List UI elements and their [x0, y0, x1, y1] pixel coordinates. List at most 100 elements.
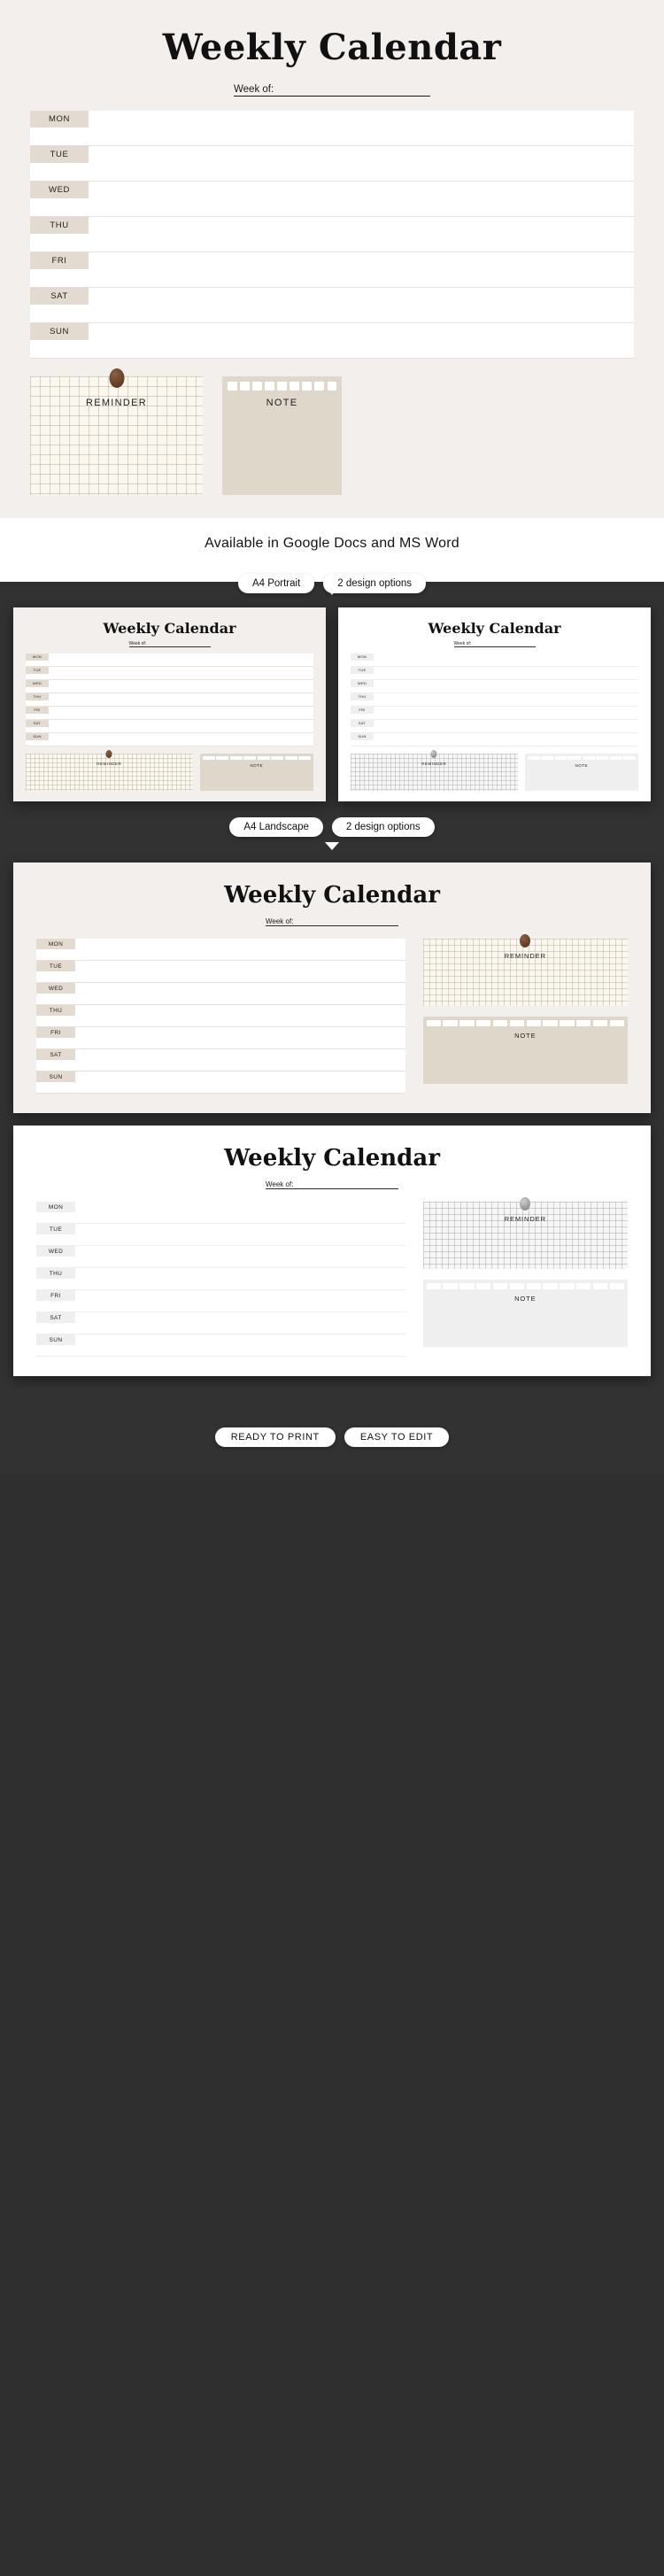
preview-day-row: WED [351, 680, 638, 693]
preview-reminder-card: REMINDER [26, 750, 193, 791]
preview-note-card: NOTE [422, 1280, 628, 1347]
footer-section: READY TO PRINT EASY TO EDIT [0, 1404, 664, 1474]
preview-week-of-input[interactable] [475, 642, 535, 646]
note-tab [284, 756, 297, 760]
preview-day-row: THU [36, 1005, 405, 1027]
note-tab [443, 1020, 458, 1026]
note-tab [543, 1020, 558, 1026]
preview-day-row: SUN [36, 1071, 405, 1094]
note-tab [592, 1020, 608, 1026]
caret-down-icon-2 [325, 842, 339, 850]
preview-week-of-field[interactable]: Week of: [453, 641, 536, 647]
reminder-card[interactable]: REMINDER [30, 368, 203, 495]
day-row[interactable]: SUN [30, 323, 634, 359]
preview-week-of-field[interactable]: Week of: [128, 641, 211, 647]
day-row[interactable]: FRI [30, 252, 634, 288]
week-of-input[interactable] [279, 85, 430, 95]
day-chip-thu: THU [30, 217, 89, 234]
preview-day-chip-fri: FRI [351, 707, 374, 714]
preview-body: MON TUE WED THU FRI SAT SUN REMINDER NOTE [13, 1197, 651, 1357]
preview-day-chip-sun: SUN [36, 1071, 75, 1082]
week-of-container: Week of: [0, 84, 664, 97]
pushpin-icon [520, 934, 531, 948]
footer-pill-2[interactable]: EASY TO EDIT [344, 1427, 450, 1447]
preview-note-label: NOTE [575, 763, 588, 768]
preview-day-row: TUE [26, 667, 313, 680]
note-tab [298, 756, 311, 760]
footer-pill-1[interactable]: READY TO PRINT [214, 1427, 336, 1447]
preview-day-row: WED [36, 1246, 405, 1268]
note-tab [459, 1020, 475, 1026]
portrait-pill-1[interactable]: A4 Portrait [237, 574, 315, 593]
day-row[interactable]: WED [30, 182, 634, 217]
preview-day-chip-mon: MON [26, 654, 49, 661]
note-tab [252, 382, 262, 391]
preview-note-card: NOTE [524, 754, 638, 791]
preview-day-row: SAT [351, 720, 638, 733]
note-tab [426, 1020, 441, 1026]
note-tab [476, 1283, 491, 1289]
portrait-preview-beige[interactable]: Weekly Calendar Week of: MON TUE WED THU FRI SA… [13, 607, 326, 801]
day-chip-tue: TUE [30, 146, 89, 163]
landscape-preview-beige[interactable]: Weekly Calendar Week of: MON TUE WED THU FRI SA… [13, 863, 651, 1113]
note-tab [541, 756, 553, 760]
portrait-preview-white[interactable]: Weekly Calendar Week of: MON TUE WED THU FRI SA… [338, 607, 651, 801]
landscape-pill-1[interactable]: A4 Landscape [229, 817, 323, 837]
preview-week-of-label: Week of: [128, 641, 147, 646]
preview-day-chip-tue: TUE [26, 667, 49, 674]
preview-week-of-label: Week of: [266, 917, 294, 925]
preview-day-row: SAT [36, 1049, 405, 1071]
note-tab [596, 756, 608, 760]
preview-week-of-field[interactable]: Week of: [266, 917, 398, 926]
note-tab [609, 1020, 625, 1026]
portrait-pill-2[interactable]: 2 design options [323, 574, 427, 593]
note-tab [492, 1283, 508, 1289]
preview-week-of-container: Week of: [338, 641, 651, 647]
preview-cards-row: REMINDER NOTE [351, 750, 638, 791]
day-row[interactable]: THU [30, 217, 634, 252]
preview-day-row: SAT [36, 1312, 405, 1334]
preview-day-row: THU [36, 1268, 405, 1290]
portrait-preview-section: Weekly Calendar Week of: MON TUE WED THU FRI SA… [0, 587, 664, 1404]
day-chip-sun: SUN [30, 323, 89, 340]
preview-day-chip-wed: WED [26, 680, 49, 687]
preview-week-of-input[interactable] [297, 918, 398, 925]
day-row[interactable]: SAT [30, 288, 634, 323]
note-tab [582, 756, 595, 760]
preview-day-row: THU [26, 693, 313, 707]
preview-day-row: FRI [26, 707, 313, 720]
landscape-preview-white[interactable]: Weekly Calendar Week of: MON TUE WED THU FRI SA… [13, 1126, 651, 1376]
preview-body: MON TUE WED THU FRI SAT SUN REMINDER NOTE [13, 934, 651, 1094]
note-tab [290, 382, 299, 391]
preview-reminder-card: REMINDER [351, 750, 518, 791]
note-tab [257, 756, 270, 760]
preview-week-of-input[interactable] [150, 642, 210, 646]
preview-reminder-card: REMINDER [422, 934, 628, 1006]
preview-day-row: TUE [36, 1224, 405, 1246]
preview-day-chip-sat: SAT [26, 720, 49, 727]
pushpin-icon [430, 750, 437, 758]
note-card[interactable]: NOTE [222, 376, 342, 495]
landscape-pill-2[interactable]: 2 design options [331, 817, 435, 837]
note-tab [459, 1283, 475, 1289]
preview-week-of-input[interactable] [297, 1181, 398, 1188]
week-of-field[interactable]: Week of: [234, 84, 430, 97]
note-tab [302, 382, 312, 391]
preview-day-chip-sat: SAT [36, 1312, 75, 1323]
note-tab [568, 756, 581, 760]
day-row[interactable]: MON [30, 111, 634, 146]
preview-week-of-field[interactable]: Week of: [266, 1180, 398, 1189]
preview-cards-row: REMINDER NOTE [26, 750, 313, 791]
note-tab [443, 1283, 458, 1289]
preview-day-rows: MON TUE WED THU FRI SAT SUN [36, 939, 405, 1094]
preview-title: Weekly Calendar [103, 620, 236, 637]
preview-day-chip-wed: WED [36, 1246, 75, 1257]
preview-day-chip-tue: TUE [36, 961, 75, 971]
preview-day-row: SAT [26, 720, 313, 733]
day-chip-sat: SAT [30, 288, 89, 305]
note-tab [554, 756, 567, 760]
preview-day-chip-sun: SUN [36, 1334, 75, 1345]
day-row[interactable]: TUE [30, 146, 634, 182]
preview-day-chip-fri: FRI [26, 707, 49, 714]
pushpin-icon [109, 368, 124, 388]
